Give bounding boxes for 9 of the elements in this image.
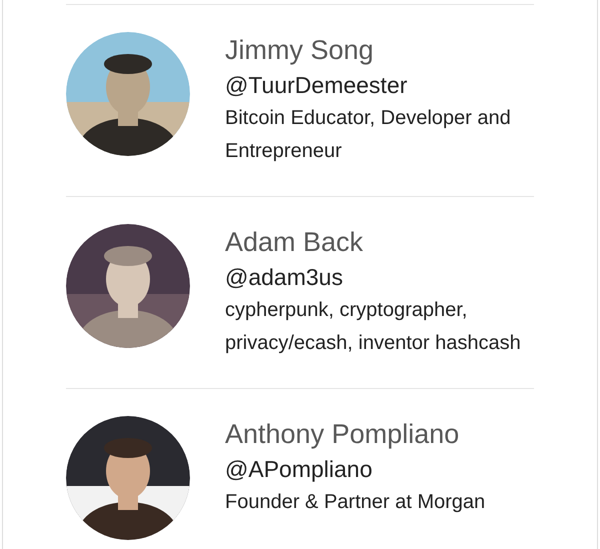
person-name: Adam Back	[225, 226, 364, 259]
person-bio: Bitcoin Educator, Developer and Entrepreneur	[225, 106, 512, 164]
person-bio: Founder & Partner at Morgan	[225, 490, 486, 515]
person-handle: @APompliano	[225, 455, 374, 484]
person-handle: @adam3us	[225, 263, 344, 292]
person-name: Anthony Pompliano	[225, 418, 460, 451]
person-bio: cypherpunk, cryptographer, privacy/ecash, inventor hashcash	[225, 298, 522, 356]
person-handle: @TuurDemeester	[225, 71, 408, 100]
person-name: Jimmy Song	[225, 34, 375, 67]
